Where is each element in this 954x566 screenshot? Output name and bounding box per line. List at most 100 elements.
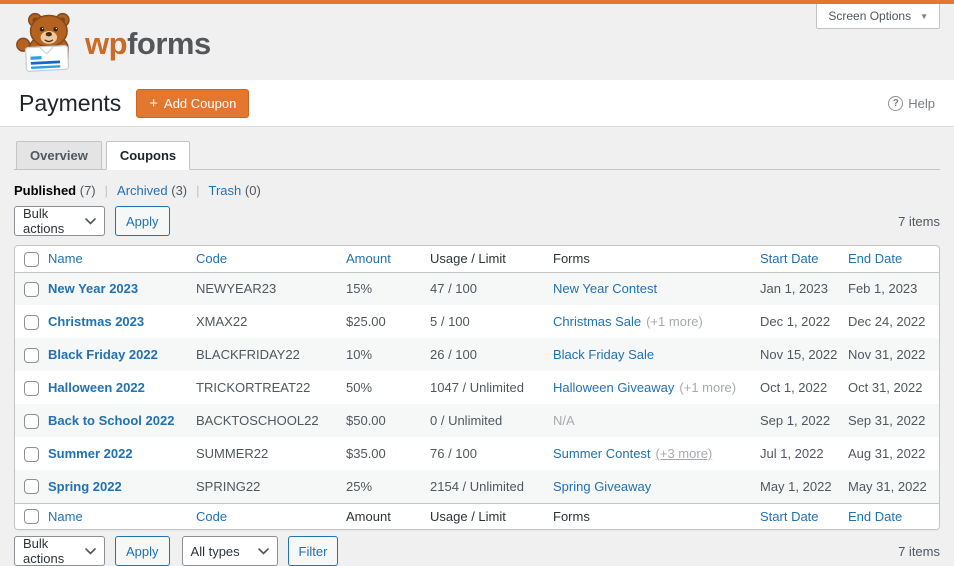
- tab-label: Coupons: [119, 148, 177, 163]
- coupon-name-link[interactable]: Back to School 2022: [48, 413, 174, 428]
- row-checkbox[interactable]: [24, 446, 39, 462]
- coupon-name-link[interactable]: Spring 2022: [48, 479, 122, 494]
- status-filters: Published (7) | Archived (3) | Trash (0): [14, 183, 940, 198]
- column-header-start-date[interactable]: Start Date: [760, 246, 848, 273]
- checkbox-cell: [15, 338, 48, 371]
- coupon-name-cell: New Year 2023: [48, 272, 196, 305]
- coupon-name-cell: Summer 2022: [48, 437, 196, 470]
- bulk-actions-label: Bulk actions: [23, 536, 65, 566]
- subview-label: Published: [14, 183, 77, 198]
- coupon-end-date: Feb 1, 2023: [848, 281, 918, 297]
- subview-label: Trash: [208, 183, 242, 198]
- table-row: New Year 2023 NEWYEAR23 15% 47 / 100 New Yea…: [15, 272, 939, 305]
- coupon-usage: 2154 / Unlimited: [430, 478, 524, 494]
- checkbox-cell: [15, 272, 48, 305]
- coupon-code: SPRING22: [196, 478, 261, 494]
- subview-count: (7): [79, 183, 96, 198]
- column-header-amount[interactable]: Amount: [346, 246, 430, 273]
- filter-button[interactable]: Filter: [287, 536, 339, 566]
- subview-archived[interactable]: Archived (3): [117, 183, 187, 198]
- coupon-form-link[interactable]: Halloween Giveaway: [553, 380, 674, 395]
- column-header-name[interactable]: Name: [48, 502, 196, 529]
- coupon-name-cell: Christmas 2023: [48, 305, 196, 338]
- coupon-end-date: Sep 31, 2022: [848, 413, 926, 428]
- apply-button[interactable]: Apply: [115, 206, 170, 236]
- checkbox-column: [15, 246, 48, 273]
- coupon-start-date: Dec 1, 2022: [760, 314, 831, 329]
- coupon-start-date: Sep 1, 2022: [760, 413, 831, 428]
- row-checkbox[interactable]: [24, 413, 39, 429]
- coupon-form-link[interactable]: Christmas Sale: [553, 314, 641, 329]
- help-link[interactable]: ? Help: [888, 95, 935, 111]
- help-icon: ?: [888, 95, 904, 111]
- type-filter-select[interactable]: All types: [181, 536, 278, 566]
- coupon-end-date: Aug 31, 2022: [848, 446, 926, 461]
- select-all-checkbox[interactable]: [24, 251, 39, 267]
- coupon-amount: 10%: [346, 347, 373, 362]
- coupon-name-cell: Back to School 2022: [48, 404, 196, 437]
- screen-options-label: Screen Options: [828, 9, 912, 23]
- coupon-form-link[interactable]: Spring Giveaway: [553, 479, 651, 494]
- row-checkbox[interactable]: [24, 380, 39, 396]
- items-count-bottom: 7 items: [898, 543, 940, 559]
- coupons-table: Name Code Amount Usage / Limit Forms Start Da…: [14, 245, 940, 530]
- type-filter-label: All types: [190, 543, 240, 559]
- coupon-name-link[interactable]: Halloween 2022: [48, 380, 145, 395]
- subview-trash[interactable]: Trash (0): [209, 183, 261, 198]
- row-checkbox[interactable]: [24, 347, 39, 363]
- coupon-form-link[interactable]: New Year Contest: [553, 281, 657, 296]
- column-header-code[interactable]: Code: [196, 246, 346, 273]
- coupon-name-link[interactable]: New Year 2023: [48, 281, 138, 296]
- subview-separator: |: [196, 183, 200, 198]
- coupon-forms-cell: New Year Contest: [553, 272, 760, 305]
- row-checkbox[interactable]: [24, 281, 39, 297]
- subview-published[interactable]: Published (7): [14, 183, 96, 198]
- column-header-name[interactable]: Name: [48, 246, 196, 273]
- coupon-start-date: Oct 1, 2022: [760, 380, 828, 395]
- list-actions-bottom: Bulk actions Apply All types Filter 7 it…: [14, 536, 940, 566]
- select-all-checkbox-bottom[interactable]: [24, 509, 39, 525]
- coupon-name-link[interactable]: Black Friday 2022: [48, 347, 158, 362]
- coupon-code: XMAX22: [196, 314, 248, 329]
- coupon-forms-cell: Christmas Sale (+1 more): [553, 305, 760, 338]
- column-header-end-date[interactable]: End Date: [848, 502, 939, 529]
- column-header-usage-limit: Usage / Limit: [430, 246, 553, 273]
- coupon-form-link[interactable]: Black Friday Sale: [553, 347, 654, 362]
- row-checkbox[interactable]: [24, 479, 39, 495]
- table-row: Summer 2022 SUMMER22 $35.00 76 / 100 Summer …: [15, 437, 939, 470]
- checkbox-cell: [15, 437, 48, 470]
- column-header-end-date[interactable]: End Date: [848, 246, 939, 273]
- row-checkbox[interactable]: [24, 314, 39, 330]
- table-row: Black Friday 2022 BLACKFRIDAY22 10% 26 / 10…: [15, 338, 939, 371]
- bulk-actions-label: Bulk actions: [23, 206, 65, 236]
- column-header-code[interactable]: Code: [196, 502, 346, 529]
- coupon-form-link[interactable]: Summer Contest: [553, 446, 651, 461]
- coupon-forms-cell: N/A: [553, 404, 760, 437]
- coupon-end-date: Oct 31, 2022: [848, 380, 923, 395]
- table-row: Spring 2022 SPRING22 25% 2154 / Unlimited Sp…: [15, 470, 939, 503]
- column-header-forms: Forms: [553, 246, 760, 273]
- coupon-usage: 76 / 100: [430, 446, 477, 461]
- coupon-name-link[interactable]: Christmas 2023: [48, 314, 144, 329]
- coupon-end-date: May 31, 2022: [848, 478, 927, 494]
- coupon-name-link[interactable]: Summer 2022: [48, 446, 133, 461]
- column-header-amount: Amount: [346, 502, 430, 529]
- plus-icon: +: [149, 94, 159, 112]
- coupon-start-date: Nov 15, 2022: [760, 347, 838, 362]
- bulk-actions-select[interactable]: Bulk actions: [14, 206, 105, 236]
- add-coupon-button[interactable]: + Add Coupon: [136, 88, 250, 118]
- coupon-usage: 26 / 100: [430, 347, 477, 362]
- form-extra-count[interactable]: (+3 more): [656, 446, 713, 461]
- coupon-forms-cell: Black Friday Sale: [553, 338, 760, 371]
- form-extra-count: (+1 more): [679, 380, 737, 395]
- apply-button-bottom[interactable]: Apply: [115, 536, 170, 566]
- screen-options-button[interactable]: Screen Options ▼: [816, 4, 940, 29]
- subview-count: (0): [244, 183, 261, 198]
- tab-overview[interactable]: Overview: [16, 141, 102, 170]
- column-header-start-date[interactable]: Start Date: [760, 502, 848, 529]
- checkbox-cell: [15, 371, 48, 404]
- bulk-actions-select-bottom[interactable]: Bulk actions: [14, 536, 105, 566]
- tab-coupons[interactable]: Coupons: [105, 141, 191, 170]
- column-header-usage-limit: Usage / Limit: [430, 502, 553, 529]
- coupon-code: BACKTOSCHOOL22: [196, 413, 319, 428]
